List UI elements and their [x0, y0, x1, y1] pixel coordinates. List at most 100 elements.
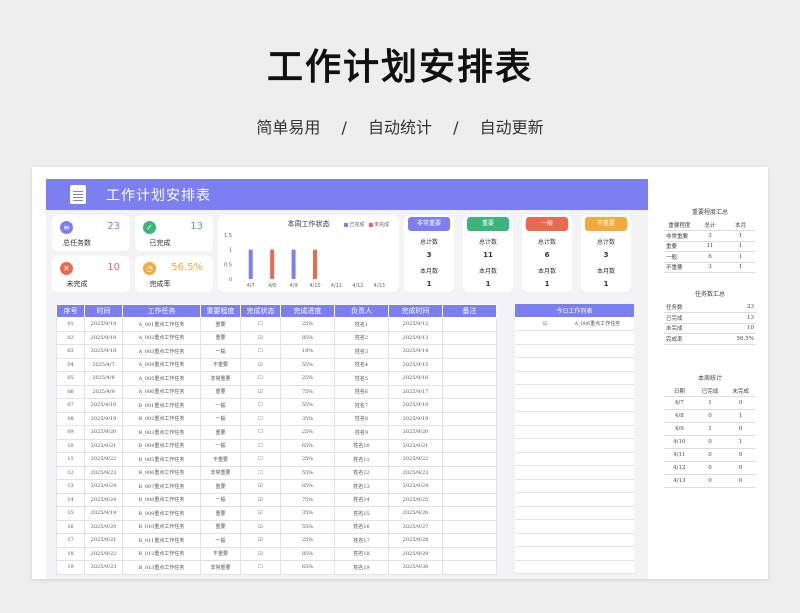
- today-check[interactable]: [515, 546, 575, 561]
- today-check[interactable]: [515, 330, 575, 345]
- table-row[interactable]: 16 2025/9/20 B_010重点工作任务 重要 ☑ 55% 姓名16 2025/9/2…: [56, 519, 497, 534]
- status-checkbox[interactable]: ☐: [240, 371, 281, 386]
- today-check[interactable]: ☑: [515, 317, 575, 331]
- total-value: 6: [544, 251, 550, 259]
- today-check[interactable]: [515, 479, 575, 493]
- status-checkbox[interactable]: ☑: [240, 357, 281, 372]
- list-item: [515, 465, 634, 480]
- today-check[interactable]: [515, 465, 575, 480]
- table-cell: 不重要: [200, 357, 241, 372]
- today-check[interactable]: [515, 506, 575, 520]
- status-checkbox[interactable]: ☑: [240, 533, 281, 548]
- table-cell: 2025/9/21: [84, 533, 123, 548]
- stat-rate-value: 56.5%: [171, 262, 203, 273]
- table-row: 4/9 1 0: [664, 422, 756, 436]
- table-row[interactable]: 11 2025/9/22 B_005重点工作任务 不重要 ☐ 25% 姓名11 2025/9/…: [56, 452, 497, 467]
- status-checkbox[interactable]: ☑: [240, 506, 281, 521]
- table-row[interactable]: 08 2025/9/19 B_002重点工作任务 一般 ☐ 35% 姓名8 2025/9/19: [56, 411, 497, 426]
- table-cell: 姓名2: [334, 330, 389, 345]
- today-check[interactable]: [515, 492, 575, 507]
- today-check[interactable]: [515, 560, 575, 574]
- table-cell: 重要: [200, 425, 241, 440]
- table-cell: 4/8: [664, 409, 695, 423]
- status-checkbox[interactable]: ☐: [240, 398, 281, 413]
- table-cell: B_006重点工作任务: [122, 465, 201, 480]
- importance-summary: 重要程度汇总 重要程度 总计 本月 非常重要 3 1 重要 11 1 一般 6 1 不重要 3 1: [664, 207, 756, 273]
- table-cell: [442, 357, 497, 372]
- table-row[interactable]: 17 2025/9/21 B_011重点工作任务 一般 ☑ 25% 姓名17 2025/9/2…: [56, 533, 497, 548]
- table-row[interactable]: 18 2025/9/22 B_012重点工作任务 不重要 ☑ 85% 姓名18 2025/9/…: [56, 546, 497, 561]
- table-row[interactable]: 14 2025/9/24 B_008重点工作任务 一般 ☑ 75% 姓名14 2025/9/2…: [56, 492, 497, 507]
- table-row[interactable]: 01 2025/9/18 A_001重点工作任务 重要 ☐ 25% 姓名1 2025/9/12: [56, 317, 497, 332]
- status-checkbox[interactable]: ☐: [240, 438, 281, 453]
- status-checkbox[interactable]: ☐: [240, 344, 281, 359]
- status-checkbox[interactable]: ☑: [240, 492, 281, 507]
- status-checkbox[interactable]: ☐: [240, 317, 281, 332]
- stat-rate-label: 完成率: [149, 280, 171, 288]
- table-cell: 2025/9/21: [388, 438, 443, 453]
- table-cell: 2025/9/30: [388, 560, 443, 575]
- today-check[interactable]: [515, 411, 575, 426]
- table-row[interactable]: 09 2025/9/20 B_003重点工作任务 重要 ☐ 25% 姓名9 2025/9/20: [56, 425, 497, 440]
- dashboard-banner: 工作计划安排表: [46, 179, 648, 210]
- status-checkbox[interactable]: ☐: [240, 425, 281, 440]
- table-cell: 姓名19: [334, 560, 389, 575]
- status-checkbox[interactable]: ☑: [240, 384, 281, 399]
- today-check[interactable]: [515, 344, 575, 358]
- x-tick-label: 4/11: [331, 283, 342, 289]
- status-checkbox[interactable]: ☐: [240, 452, 281, 467]
- table-cell: 75%: [280, 384, 335, 399]
- table-cell: 姓名7: [334, 398, 389, 413]
- table-row[interactable]: 19 2025/9/23 B_013重点工作任务 非常重要 ☐ 65% 姓名19 2025/9…: [56, 560, 497, 575]
- table-cell: 0: [725, 448, 756, 462]
- list-item: [515, 519, 634, 534]
- today-check[interactable]: [515, 519, 575, 534]
- table-row[interactable]: 10 2025/9/21 B_004重点工作任务 一般 ☐ 65% 姓名10 2025/9/2…: [56, 438, 497, 453]
- bar-undone: [313, 249, 317, 279]
- table-row[interactable]: 04 2025/4/7 A_004重点工作任务 不重要 ☑ 55% 姓名4 2025/9/15: [56, 357, 497, 372]
- table-cell: 非常重要: [200, 465, 241, 480]
- list-item: [515, 411, 634, 426]
- column-header: 备注: [442, 304, 497, 318]
- table-row[interactable]: 06 2025/4/9 A_006重点工作任务 重要 ☑ 75% 姓名6 2025/9/17: [56, 384, 497, 399]
- table-row[interactable]: 12 2025/9/23 B_006重点工作任务 非常重要 ☐ 55% 姓名12 2025/9…: [56, 465, 497, 480]
- today-check[interactable]: [515, 438, 575, 453]
- status-checkbox[interactable]: ☐: [240, 465, 281, 480]
- table-cell: 重要: [664, 241, 695, 252]
- today-check[interactable]: [515, 357, 575, 372]
- today-check[interactable]: [515, 425, 575, 439]
- list-item: [515, 546, 634, 561]
- table-cell: 2025/9/12: [388, 317, 443, 332]
- today-check[interactable]: [515, 533, 575, 547]
- importance-tag: 不重要: [585, 217, 627, 231]
- bar-undone: [270, 249, 275, 279]
- status-checkbox[interactable]: ☑: [240, 330, 281, 345]
- table-row[interactable]: 03 2025/9/18 A_003重点工作任务 一般 ☐ 18% 姓名3 2025/9/14: [56, 344, 497, 359]
- today-check[interactable]: [515, 371, 575, 385]
- table-row[interactable]: 02 2025/9/18 A_002重点工作任务 重要 ☑ 85% 姓名2 2025/9/13: [56, 330, 497, 345]
- list-item: [515, 479, 634, 493]
- status-checkbox[interactable]: ☑: [240, 479, 281, 494]
- table-cell: 55%: [280, 357, 335, 372]
- table-cell: 06: [56, 384, 85, 399]
- table-row: 一般 6 1: [664, 251, 756, 263]
- table-cell: A_005重点工作任务: [122, 371, 201, 386]
- today-check[interactable]: [515, 452, 575, 466]
- status-checkbox[interactable]: ☐: [240, 560, 281, 575]
- table-row[interactable]: 07 2025/4/10 B_001重点工作任务 一般 ☐ 55% 姓名7 2025/9/18: [56, 398, 497, 413]
- table-cell: 不重要: [200, 452, 241, 467]
- table-row[interactable]: 05 2025/4/8 A_005重点工作任务 非常重要 ☐ 25% 姓名5 2025/9/1…: [56, 371, 497, 386]
- table-cell: 姓名1: [334, 317, 389, 332]
- status-checkbox[interactable]: ☑: [240, 546, 281, 561]
- column-header: 未完成: [725, 386, 756, 397]
- table-cell: 2025/9/23: [388, 465, 443, 480]
- status-checkbox[interactable]: ☐: [240, 411, 281, 426]
- table-cell: 2025/9/24: [84, 479, 123, 494]
- status-checkbox[interactable]: ☑: [240, 519, 281, 534]
- today-check[interactable]: [515, 384, 575, 399]
- table-row[interactable]: 15 2025/9/19 B_009重点工作任务 重要 ☑ 35% 姓名15 2025/9/2…: [56, 506, 497, 521]
- today-check[interactable]: [515, 398, 575, 412]
- table-cell: 2025/9/17: [388, 384, 443, 399]
- table-row[interactable]: 13 2025/9/24 B_007重点工作任务 重要 ☑ 85% 姓名13 2025/9/2…: [56, 479, 497, 494]
- table-cell: 4/7: [664, 396, 695, 410]
